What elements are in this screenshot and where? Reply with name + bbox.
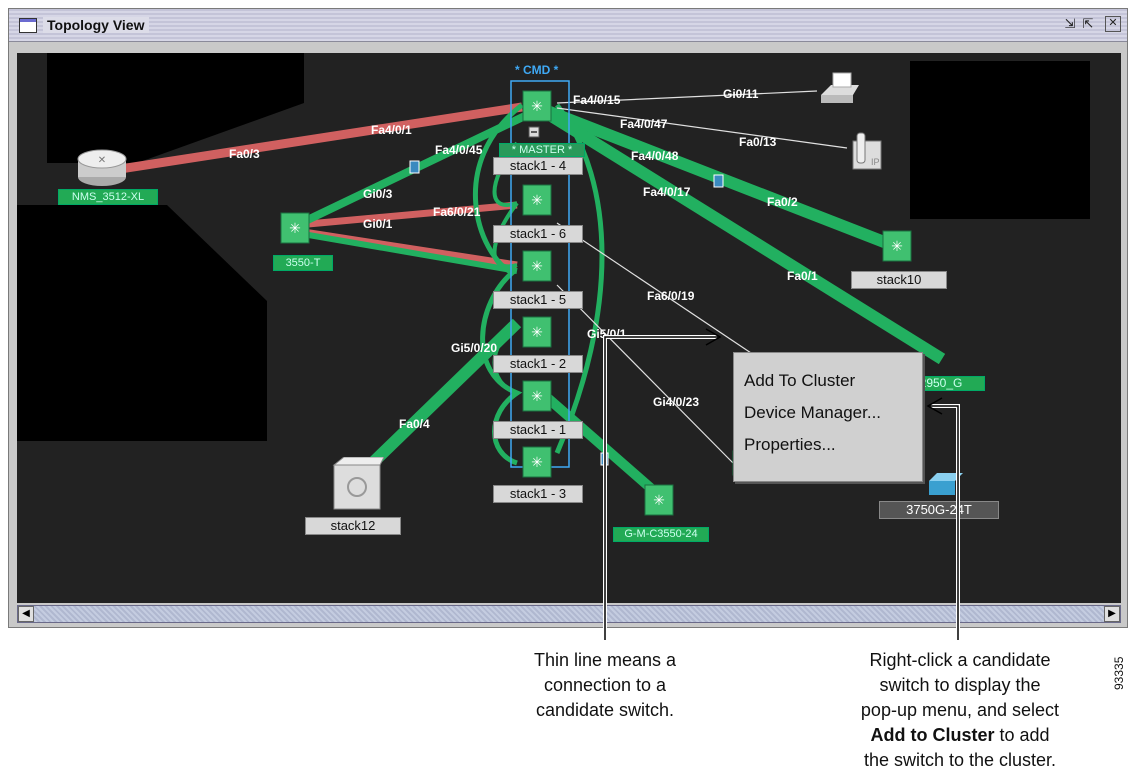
switch-icon[interactable]: ✳	[521, 445, 553, 481]
port-label: Gi0/11	[723, 87, 759, 101]
window-title: Topology View	[43, 17, 149, 33]
switch-icon[interactable]: ✳	[881, 229, 913, 265]
device-label-stack1-2[interactable]: stack1 - 2	[493, 355, 583, 373]
svg-text:IP: IP	[871, 157, 880, 167]
port-label: Fa4/0/47	[620, 117, 668, 131]
port-label: Fa4/0/1	[371, 123, 412, 137]
svg-text:✳: ✳	[531, 258, 543, 274]
svg-text:✳: ✳	[531, 454, 543, 470]
port-label: Fa6/0/21	[433, 205, 481, 219]
port-label: Gi5/0/20	[451, 341, 498, 355]
window-icon	[19, 18, 37, 33]
device-label-stack1-4[interactable]: stack1 - 4	[493, 157, 583, 175]
master-label: * MASTER *	[499, 143, 585, 157]
port-label: Fa0/1	[787, 269, 818, 283]
ip-phone-icon[interactable]: IP	[845, 131, 885, 175]
port-label: Fa4/0/48	[631, 149, 679, 163]
annotation-right-click: Right-click a candidate switch to displa…	[860, 650, 1060, 770]
device-label-stack1-1[interactable]: stack1 - 1	[493, 421, 583, 439]
annotation-thin-line: Thin line means a connection to a candid…	[533, 650, 677, 720]
cmd-label: * CMD *	[515, 63, 559, 77]
switch-icon[interactable]: ✳	[521, 249, 553, 285]
menu-item-properties[interactable]: Properties...	[744, 435, 836, 455]
switch-icon[interactable]: ✳	[521, 89, 553, 125]
topology-links	[17, 53, 1090, 502]
device-label-stack10[interactable]: stack10	[851, 271, 947, 289]
device-label-stack1-3[interactable]: stack1 - 3	[493, 485, 583, 503]
router-icon[interactable]: ✕	[72, 141, 132, 191]
svg-text:✳: ✳	[531, 324, 543, 340]
port-label: Gi0/3	[363, 187, 393, 201]
port-label: Gi4/0/23	[653, 395, 700, 409]
link-marker	[409, 160, 420, 174]
device-label-gm3550[interactable]: G-M-C3550-24	[613, 527, 709, 542]
port-label: Fa6/0/19	[647, 289, 695, 303]
device-label-stack1-5[interactable]: stack1 - 5	[493, 291, 583, 309]
switch-icon[interactable]: ✳	[643, 483, 675, 519]
switch-icon[interactable]	[330, 457, 384, 513]
link-marker	[600, 452, 609, 466]
obscured-area	[910, 61, 1090, 219]
figure-number: 93335	[1112, 656, 1126, 690]
link-marker	[713, 174, 724, 188]
port-label: Fa0/13	[739, 135, 777, 149]
menu-item-add-to-cluster[interactable]: Add To Cluster	[744, 371, 855, 391]
svg-text:✳: ✳	[531, 98, 543, 114]
device-label-stack12[interactable]: stack12	[305, 517, 401, 535]
port-label: Fa4/0/15	[573, 93, 621, 107]
device-label-stack1-6[interactable]: stack1 - 6	[493, 225, 583, 243]
printer-icon[interactable]	[817, 71, 863, 107]
menu-item-device-manager[interactable]: Device Manager...	[744, 403, 881, 423]
device-label-3550t[interactable]: 3550-T	[273, 255, 333, 271]
svg-text:✳: ✳	[891, 238, 903, 254]
scroll-left-icon[interactable]: ◀	[18, 606, 34, 622]
title-bar[interactable]: Topology View ⇲ ⇱ ✕	[9, 9, 1127, 42]
obscured-area	[17, 205, 267, 441]
restore-icon[interactable]: ⇲	[1061, 16, 1079, 32]
svg-text:✕: ✕	[98, 155, 106, 166]
svg-text:✳: ✳	[653, 492, 665, 508]
device-label-3750[interactable]: 3750G-24T	[879, 501, 999, 519]
close-icon[interactable]: ✕	[1105, 16, 1121, 32]
svg-text:✳: ✳	[531, 388, 543, 404]
context-menu: Add To Cluster Device Manager... Propert…	[733, 352, 923, 482]
topology-window: Topology View ⇲ ⇱ ✕ ✕ NMS_3512-XL ✳ 3550…	[8, 8, 1128, 628]
switch-icon[interactable]: ✳	[521, 379, 553, 415]
svg-text:✳: ✳	[531, 192, 543, 208]
topology-canvas[interactable]: ✕ NMS_3512-XL ✳ 3550-T ✳ * MASTER * stac…	[17, 53, 1121, 603]
port-label: Fa4/0/45	[435, 143, 483, 157]
maximize-icon[interactable]: ⇱	[1079, 16, 1097, 32]
scroll-right-icon[interactable]: ▶	[1104, 606, 1120, 622]
port-label: Gi5/0/1	[587, 327, 627, 341]
horizontal-scrollbar[interactable]: ◀ ▶	[17, 605, 1121, 623]
switch-icon[interactable]: ✳	[521, 183, 553, 219]
device-label-nms[interactable]: NMS_3512-XL	[58, 189, 158, 205]
port-label: Fa4/0/17	[643, 185, 691, 199]
switch-icon[interactable]: ✳	[279, 211, 311, 247]
port-label: Fa0/2	[767, 195, 798, 209]
svg-text:✳: ✳	[289, 220, 301, 236]
switch-icon[interactable]: ✳	[521, 315, 553, 351]
port-label: Fa0/4	[399, 417, 430, 431]
port-label: Gi0/1	[363, 217, 393, 231]
switch-icon[interactable]	[925, 471, 965, 499]
port-label: Fa0/3	[229, 147, 260, 161]
